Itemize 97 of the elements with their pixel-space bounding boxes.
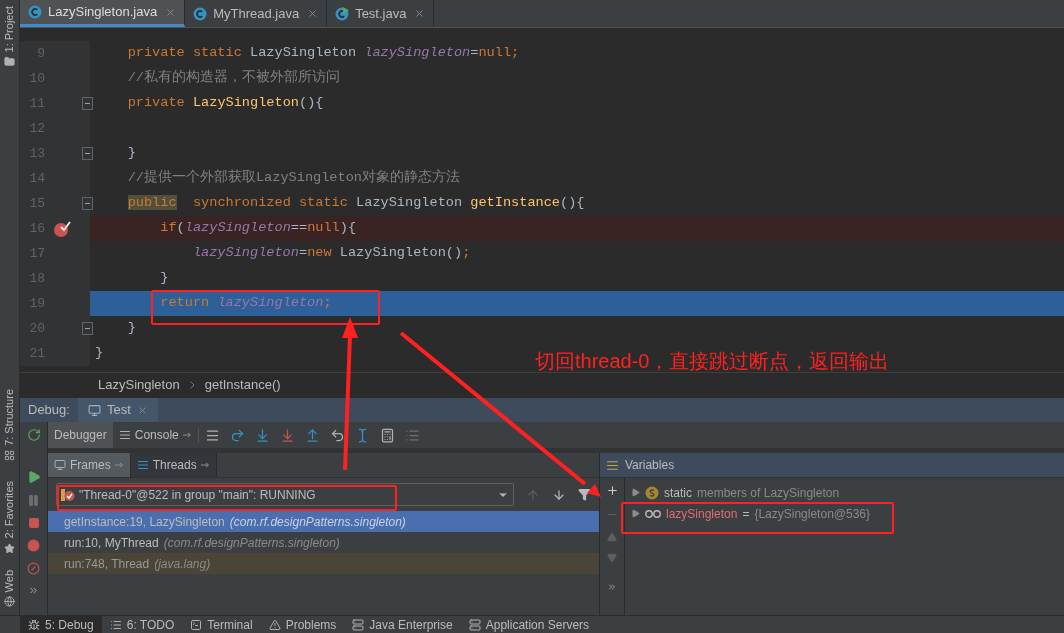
class-icon (28, 5, 42, 19)
watch-icon (645, 508, 661, 519)
drop-frame-icon[interactable] (329, 427, 345, 443)
trace-icon[interactable] (404, 427, 420, 443)
tool-window-tab[interactable]: 1: Project (1, 6, 18, 53)
code-line: //提供一个外部获取LazySingleton对象的静态方法 (126, 168, 460, 188)
tool-window-tab[interactable]: Application Servers (460, 616, 598, 633)
editor-tab[interactable]: Test.java (327, 0, 435, 27)
tool-window-tab[interactable]: 2: Favorites (1, 481, 18, 539)
pause-icon[interactable] (27, 494, 40, 507)
expand-arrow-icon[interactable] (631, 488, 640, 497)
code-line: //私有的构造器，不被外部所访问 (126, 68, 340, 88)
globe-icon (4, 596, 15, 607)
more-icon[interactable] (607, 582, 617, 592)
frames-tab[interactable]: Frames (48, 453, 131, 477)
tool-window-tab[interactable]: Terminal (182, 616, 261, 633)
calculator-icon[interactable] (379, 427, 395, 443)
list-icon (109, 618, 122, 631)
variable-value: members of LazySingleton (697, 484, 840, 502)
variable-value: {LazySingleton@536} (754, 505, 870, 523)
code-line: private static LazySingleton lazySingleton=null; (126, 44, 520, 63)
close-icon[interactable] (165, 6, 177, 18)
code-line: public synchronized static LazySingleton getInstance(){ (126, 194, 585, 213)
bug-icon (28, 618, 40, 631)
chevron-icon (189, 381, 195, 389)
tool-window-tab[interactable]: Web (1, 569, 18, 592)
tool-window-tab[interactable]: Problems (260, 616, 345, 633)
panel-title: Debug: (27, 401, 71, 420)
breadcrumb-item[interactable]: getInstance() (204, 375, 281, 395)
runnable-class-icon (335, 6, 350, 21)
debugger-tab[interactable]: Console (112, 422, 198, 448)
code-line: } (159, 269, 169, 288)
tool-window-tab[interactable]: Java Enterprise (344, 616, 461, 633)
pin-icon (182, 432, 192, 438)
resume-icon[interactable] (26, 470, 41, 484)
breakpoints-icon[interactable] (27, 539, 40, 552)
fold-icon[interactable] (82, 97, 93, 110)
code-line: if(lazySingleton==null){ (159, 219, 357, 238)
code-line: } (126, 319, 136, 338)
editor-tab[interactable]: LazySingleton.java (20, 0, 186, 27)
equals-sign: = (742, 505, 750, 523)
fold-icon[interactable] (82, 197, 93, 210)
code-line: return lazySingleton; (159, 294, 332, 313)
server-icon (468, 618, 481, 631)
stop-icon[interactable] (27, 517, 40, 529)
thread-icon (61, 487, 75, 502)
session-tab[interactable]: Test (77, 398, 158, 422)
close-icon[interactable] (307, 8, 319, 19)
panel-title: Variables (625, 457, 675, 474)
thread-dropdown[interactable]: "Thread-0"@522 in group "main": RUNNING (56, 483, 514, 506)
filter-icon[interactable] (578, 488, 591, 501)
stack-frame[interactable]: run:10, MyThread (com.rf.designPatterns.singleton) (48, 532, 599, 553)
pin-icon (114, 462, 124, 468)
fold-icon[interactable] (82, 322, 93, 335)
console-icon (118, 429, 131, 441)
variables-icon (606, 458, 619, 472)
breakpoint-icon[interactable] (53, 220, 71, 238)
frames-icon (54, 459, 66, 471)
variable-name: static (664, 484, 692, 502)
pin-icon (200, 462, 210, 468)
star-icon (4, 542, 15, 554)
structure-icon (4, 450, 15, 462)
code-line: } (95, 344, 104, 363)
warning-icon (268, 618, 281, 631)
tool-window-tab[interactable]: 7: Structure (1, 389, 18, 447)
close-icon[interactable] (136, 404, 148, 416)
breadcrumb-item[interactable]: LazySingleton (98, 375, 180, 395)
frames-tab[interactable]: Threads (130, 453, 217, 477)
folder-icon (4, 56, 15, 68)
terminal-icon (190, 618, 203, 631)
move-down-icon[interactable] (607, 553, 617, 563)
class-icon (193, 6, 208, 21)
mute-breakpoints-icon[interactable] (27, 562, 40, 575)
code-line: } (126, 144, 136, 163)
debugger-tab[interactable]: Debugger (48, 422, 113, 448)
stack-frame[interactable]: run:748, Thread (java.lang) (48, 553, 599, 574)
stack-frame[interactable]: getInstance:19, LazySingleton (com.rf.designPatterns.singleton) (48, 511, 599, 532)
add-icon[interactable] (605, 484, 619, 497)
variable-name: lazySingleton (666, 505, 738, 523)
close-icon[interactable] (414, 8, 426, 19)
rerun-icon[interactable] (26, 428, 41, 442)
annotation-text: 切回thread-0，直接跳过断点，返回输出 (535, 349, 890, 374)
menu-icon[interactable] (204, 427, 220, 443)
code-line: private LazySingleton(){ (126, 94, 324, 113)
tool-window-tab[interactable]: 5: Debug (20, 616, 102, 633)
code-line: lazySingleton=new LazySingleton(); (191, 244, 471, 263)
static-icon (645, 485, 659, 500)
more-icon[interactable] (28, 585, 39, 596)
fold-icon[interactable] (82, 147, 93, 160)
threads-icon (136, 459, 149, 471)
expand-arrow-icon[interactable] (631, 509, 640, 518)
move-up-icon[interactable] (607, 532, 617, 542)
step-over-icon[interactable] (229, 427, 245, 443)
monitor-icon (87, 403, 101, 417)
server-icon (352, 618, 365, 631)
tool-window-tab[interactable]: 6: TODO (101, 616, 183, 633)
editor-tab[interactable]: MyThread.java (185, 0, 328, 27)
